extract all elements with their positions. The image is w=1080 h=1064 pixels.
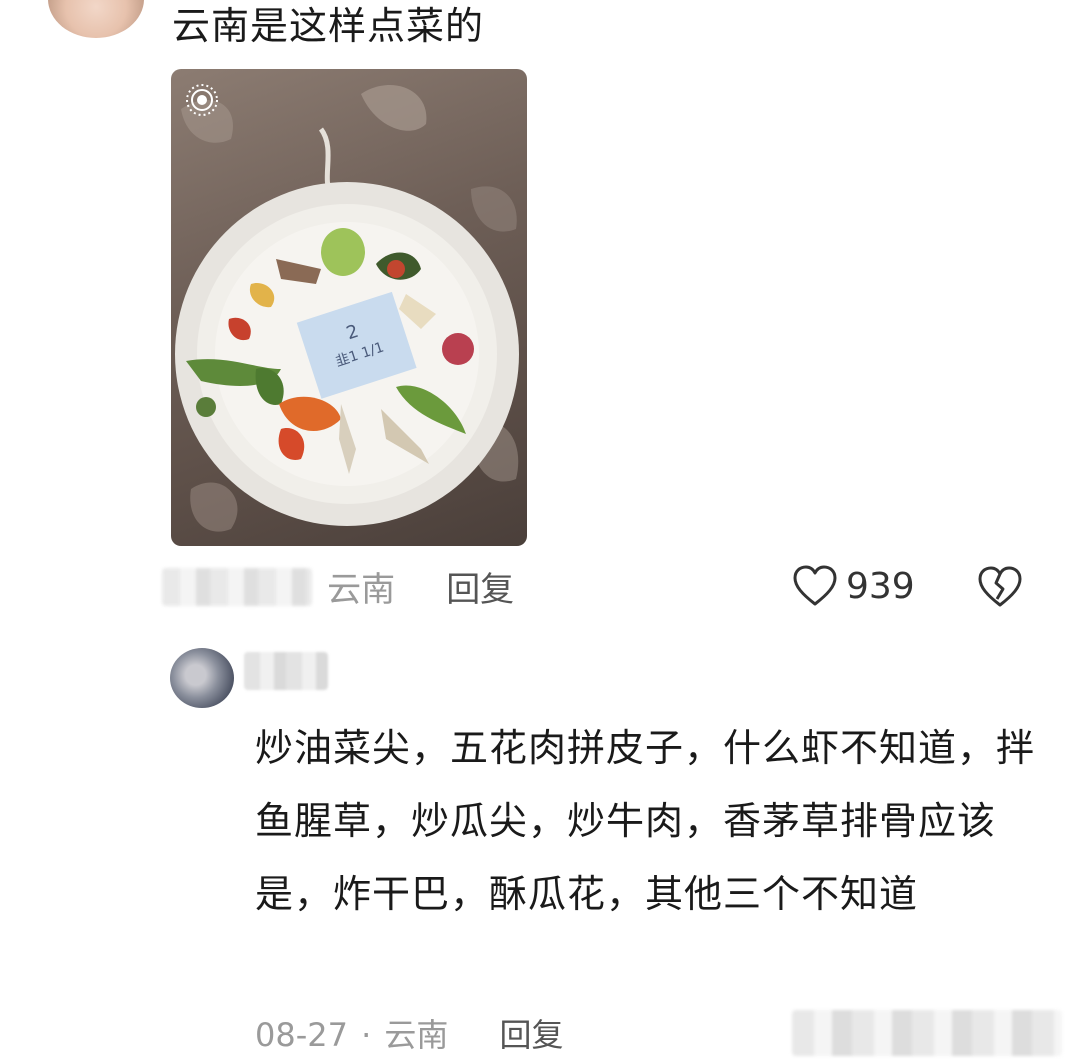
comment-meta: 云南 回复: [162, 562, 514, 612]
dislike-button[interactable]: [976, 565, 1024, 609]
blurred-content: [792, 1010, 1062, 1056]
reply-button[interactable]: 回复: [446, 570, 514, 610]
reply-text: 炒油菜尖，五花肉拼皮子，什么虾不知道，拌鱼腥草，炒瓜尖，炒牛肉，香茅草排骨应该是…: [255, 726, 1036, 916]
heart-outline-icon: [793, 565, 837, 606]
reply-meta: 08-27 · 云南 回复: [255, 1010, 563, 1060]
live-photo-icon: [186, 84, 218, 116]
reply-avatar[interactable]: [170, 648, 234, 708]
food-plate-image: 2 韭1 1/1: [175, 85, 519, 532]
like-count: 939: [846, 565, 915, 607]
blurred-username: [162, 567, 312, 606]
comment-location: 云南: [327, 570, 396, 610]
broken-heart-icon: [978, 566, 1022, 607]
comment-photo[interactable]: 2 韭1 1/1: [171, 69, 527, 546]
comment-text: 云南是这样点菜的: [172, 4, 485, 48]
like-button[interactable]: 939: [792, 563, 915, 609]
reply-location: 云南: [384, 1016, 449, 1054]
reply-date: 08-27: [255, 1016, 348, 1054]
commenter-avatar[interactable]: [48, 0, 144, 38]
blurred-reply-username: [244, 652, 328, 690]
reply-reply-button[interactable]: 回复: [499, 1016, 563, 1054]
meta-separator: ·: [361, 1016, 372, 1054]
